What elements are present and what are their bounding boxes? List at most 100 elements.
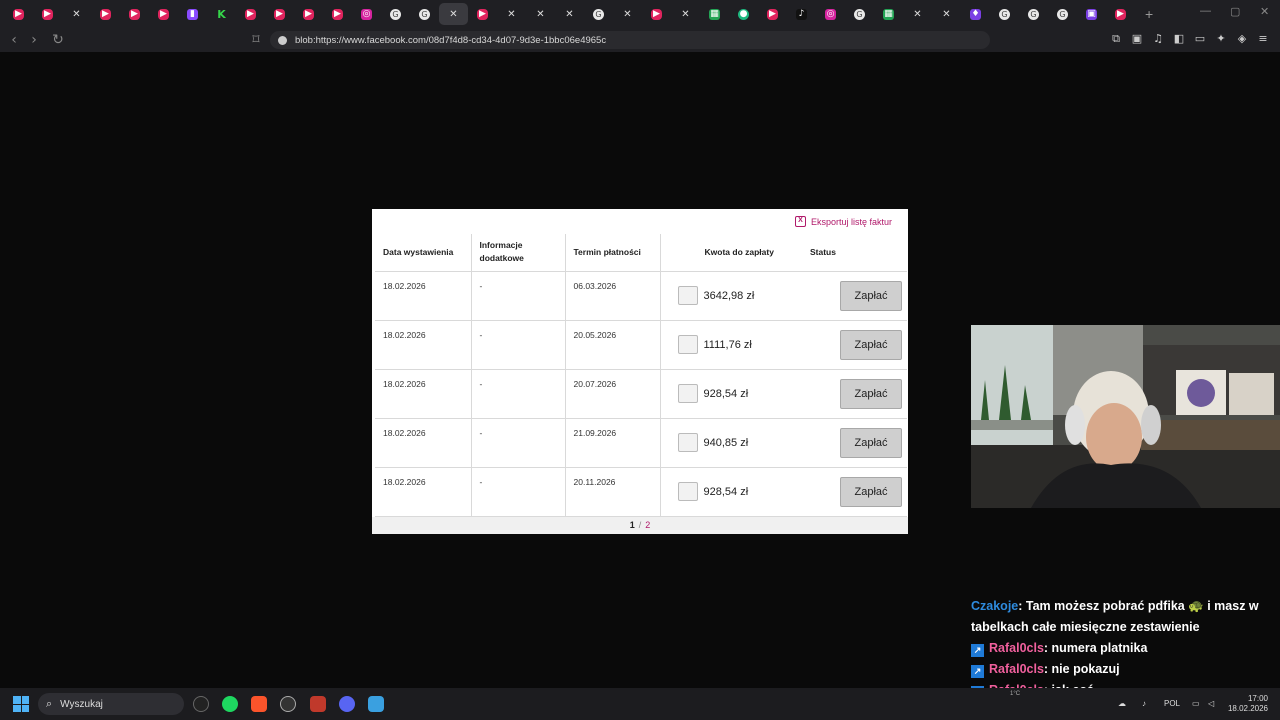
app-icon-5[interactable] [310,696,326,712]
brave-icon[interactable] [251,696,267,712]
pay-button[interactable]: Zapłać [840,329,902,360]
close-icon[interactable]: ✕ [448,9,459,20]
browser-tab[interactable]: ▦ [700,3,729,25]
browser-tab[interactable]: ✕ [555,3,584,25]
browser-tab[interactable]: ✕ [671,3,700,25]
browser-tab[interactable]: ▶ [33,3,62,25]
amount-value: 940,85 zł [703,436,749,449]
media-icon[interactable]: ♫ [1151,32,1165,46]
browser-tab[interactable]: K [207,3,236,25]
page-current[interactable]: 1 [630,520,635,530]
browser-tab[interactable]: ♪ [787,3,816,25]
export-invoices-link[interactable]: X Eksportuj listę faktur [794,216,892,227]
browser-tab[interactable]: ♦ [961,3,990,25]
wallet-icon[interactable]: ▭ [1193,32,1207,46]
select-checkbox[interactable] [677,335,698,354]
select-checkbox[interactable] [677,482,698,501]
pay-button[interactable]: Zapłać [840,476,902,507]
address-bar[interactable]: blob:https://www.facebook.com/08d7f4d8-c… [270,31,990,49]
browser-tab[interactable]: G [410,3,439,25]
browser-tab[interactable]: ◎ [816,3,845,25]
language-indicator[interactable]: POL [1164,699,1180,708]
chat-username[interactable]: Rafal0cls [989,662,1044,676]
minimize-icon[interactable]: — [1200,5,1211,17]
browser-tab[interactable]: G [845,3,874,25]
app-icon-1[interactable] [193,696,209,712]
app-icon-7[interactable] [368,696,384,712]
menu-icon[interactable]: ≡ [1256,32,1270,46]
amount-value: 928,54 zł [703,387,749,400]
leo-icon[interactable]: ✦ [1214,32,1228,46]
browser-tab[interactable]: ▦ [874,3,903,25]
browser-tab[interactable]: ▶ [294,3,323,25]
screenshot-icon[interactable]: ▣ [1130,32,1144,46]
youtube-icon: ▶ [1115,8,1126,20]
bookmark-icon[interactable]: ⌑ [246,32,266,48]
network-icon[interactable]: ▭ [1192,699,1200,708]
browser-tab[interactable]: ✕ [613,3,642,25]
x-icon: ✕ [913,8,922,20]
chat-username[interactable]: Czakoje [971,599,1018,613]
select-checkbox[interactable] [677,433,698,452]
weather-icon[interactable]: ☁ [1118,699,1126,708]
select-checkbox[interactable] [677,286,698,305]
browser-tab[interactable]: ✕ [903,3,932,25]
clock-time: 17:00 [1247,694,1268,703]
spotify-icon[interactable] [222,696,238,712]
browser-tab[interactable]: ▶ [4,3,33,25]
browser-tab[interactable]: ▶ [236,3,265,25]
clock[interactable]: 17:00 18.02.2026 [1228,694,1268,714]
browser-tab[interactable]: ▶ [120,3,149,25]
forward-icon[interactable]: › [24,32,44,48]
browser-tab[interactable]: ▶ [149,3,178,25]
browser-tab[interactable]: ✕ [526,3,555,25]
new-tab-icon[interactable]: + [1145,6,1153,22]
x-icon: ✕ [623,8,632,20]
vpn-icon[interactable]: ◈ [1235,32,1249,46]
site-info-icon[interactable] [278,35,287,45]
cell-info: - [471,467,566,517]
select-checkbox[interactable] [677,384,698,403]
browser-tab[interactable]: ✕ [497,3,526,25]
sidebar-icon[interactable]: ◧ [1172,32,1186,46]
taskbar-search[interactable]: ⌕ Wyszukaj [38,693,184,715]
chat-username[interactable]: Rafal0cls [989,641,1044,655]
browser-tab[interactable]: G [990,3,1019,25]
browser-tab[interactable]: ▶ [468,3,497,25]
mic-icon[interactable]: ♪ [1142,699,1146,708]
pay-button[interactable]: Zapłać [840,378,902,409]
start-button[interactable] [13,696,29,712]
close-window-icon[interactable]: ✕ [1260,5,1269,18]
reload-icon[interactable]: ↻ [48,32,68,48]
browser-tab[interactable]: G [584,3,613,25]
browser-tab[interactable]: ▶ [265,3,294,25]
browser-tab[interactable]: ▮ [178,3,207,25]
browser-tab[interactable]: ◎ [352,3,381,25]
back-icon[interactable]: ‹ [4,32,24,48]
obs-icon[interactable] [280,696,296,712]
discord-icon[interactable] [339,696,355,712]
browser-tab[interactable]: G [1019,3,1048,25]
page-total-link[interactable]: 2 [645,520,650,530]
browser-tab[interactable]: ▶ [758,3,787,25]
pay-button[interactable]: Zapłać [840,280,902,311]
browser-tab-strip: ▶ ▶ ✕ ▶ ▶ ▶ ▮ K ▶ ▶ ▶ ▶ ◎ G G ✕ ▶ ✕ ✕ ✕ G ✕ ▶ ✕ ▦ ● ▶ ♪ ◎ G ▦ ✕ ✕ ♦ G G G ▣ ▶ + [0,0,1280,28]
cell-amount: 3642,98 zł [660,271,810,321]
browser-tab[interactable]: ▶ [642,3,671,25]
browser-tab[interactable]: ✕ [932,3,961,25]
browser-tab[interactable]: G [1048,3,1077,25]
browser-tab[interactable]: ▶ [1106,3,1135,25]
browser-tab[interactable]: ✕ [439,3,468,25]
maximize-icon[interactable]: ▢ [1230,5,1240,18]
browser-tab[interactable]: ▶ [91,3,120,25]
browser-tab[interactable]: ▶ [323,3,352,25]
table-row: 18.02.2026-20.05.2026 1111,76 zł Zapłać [375,320,907,370]
browser-tab[interactable]: ✕ [62,3,91,25]
browser-tab[interactable]: ▣ [1077,3,1106,25]
browser-tab[interactable]: G [381,3,410,25]
extensions-icon[interactable]: ⧉ [1109,32,1123,46]
stream-chat: Czakoje: Tam możesz pobrać pdfika 🐢 i ma… [968,596,1280,701]
pay-button[interactable]: Zapłać [840,427,902,458]
volume-icon[interactable]: ◁ [1208,699,1214,708]
browser-tab[interactable]: ● [729,3,758,25]
